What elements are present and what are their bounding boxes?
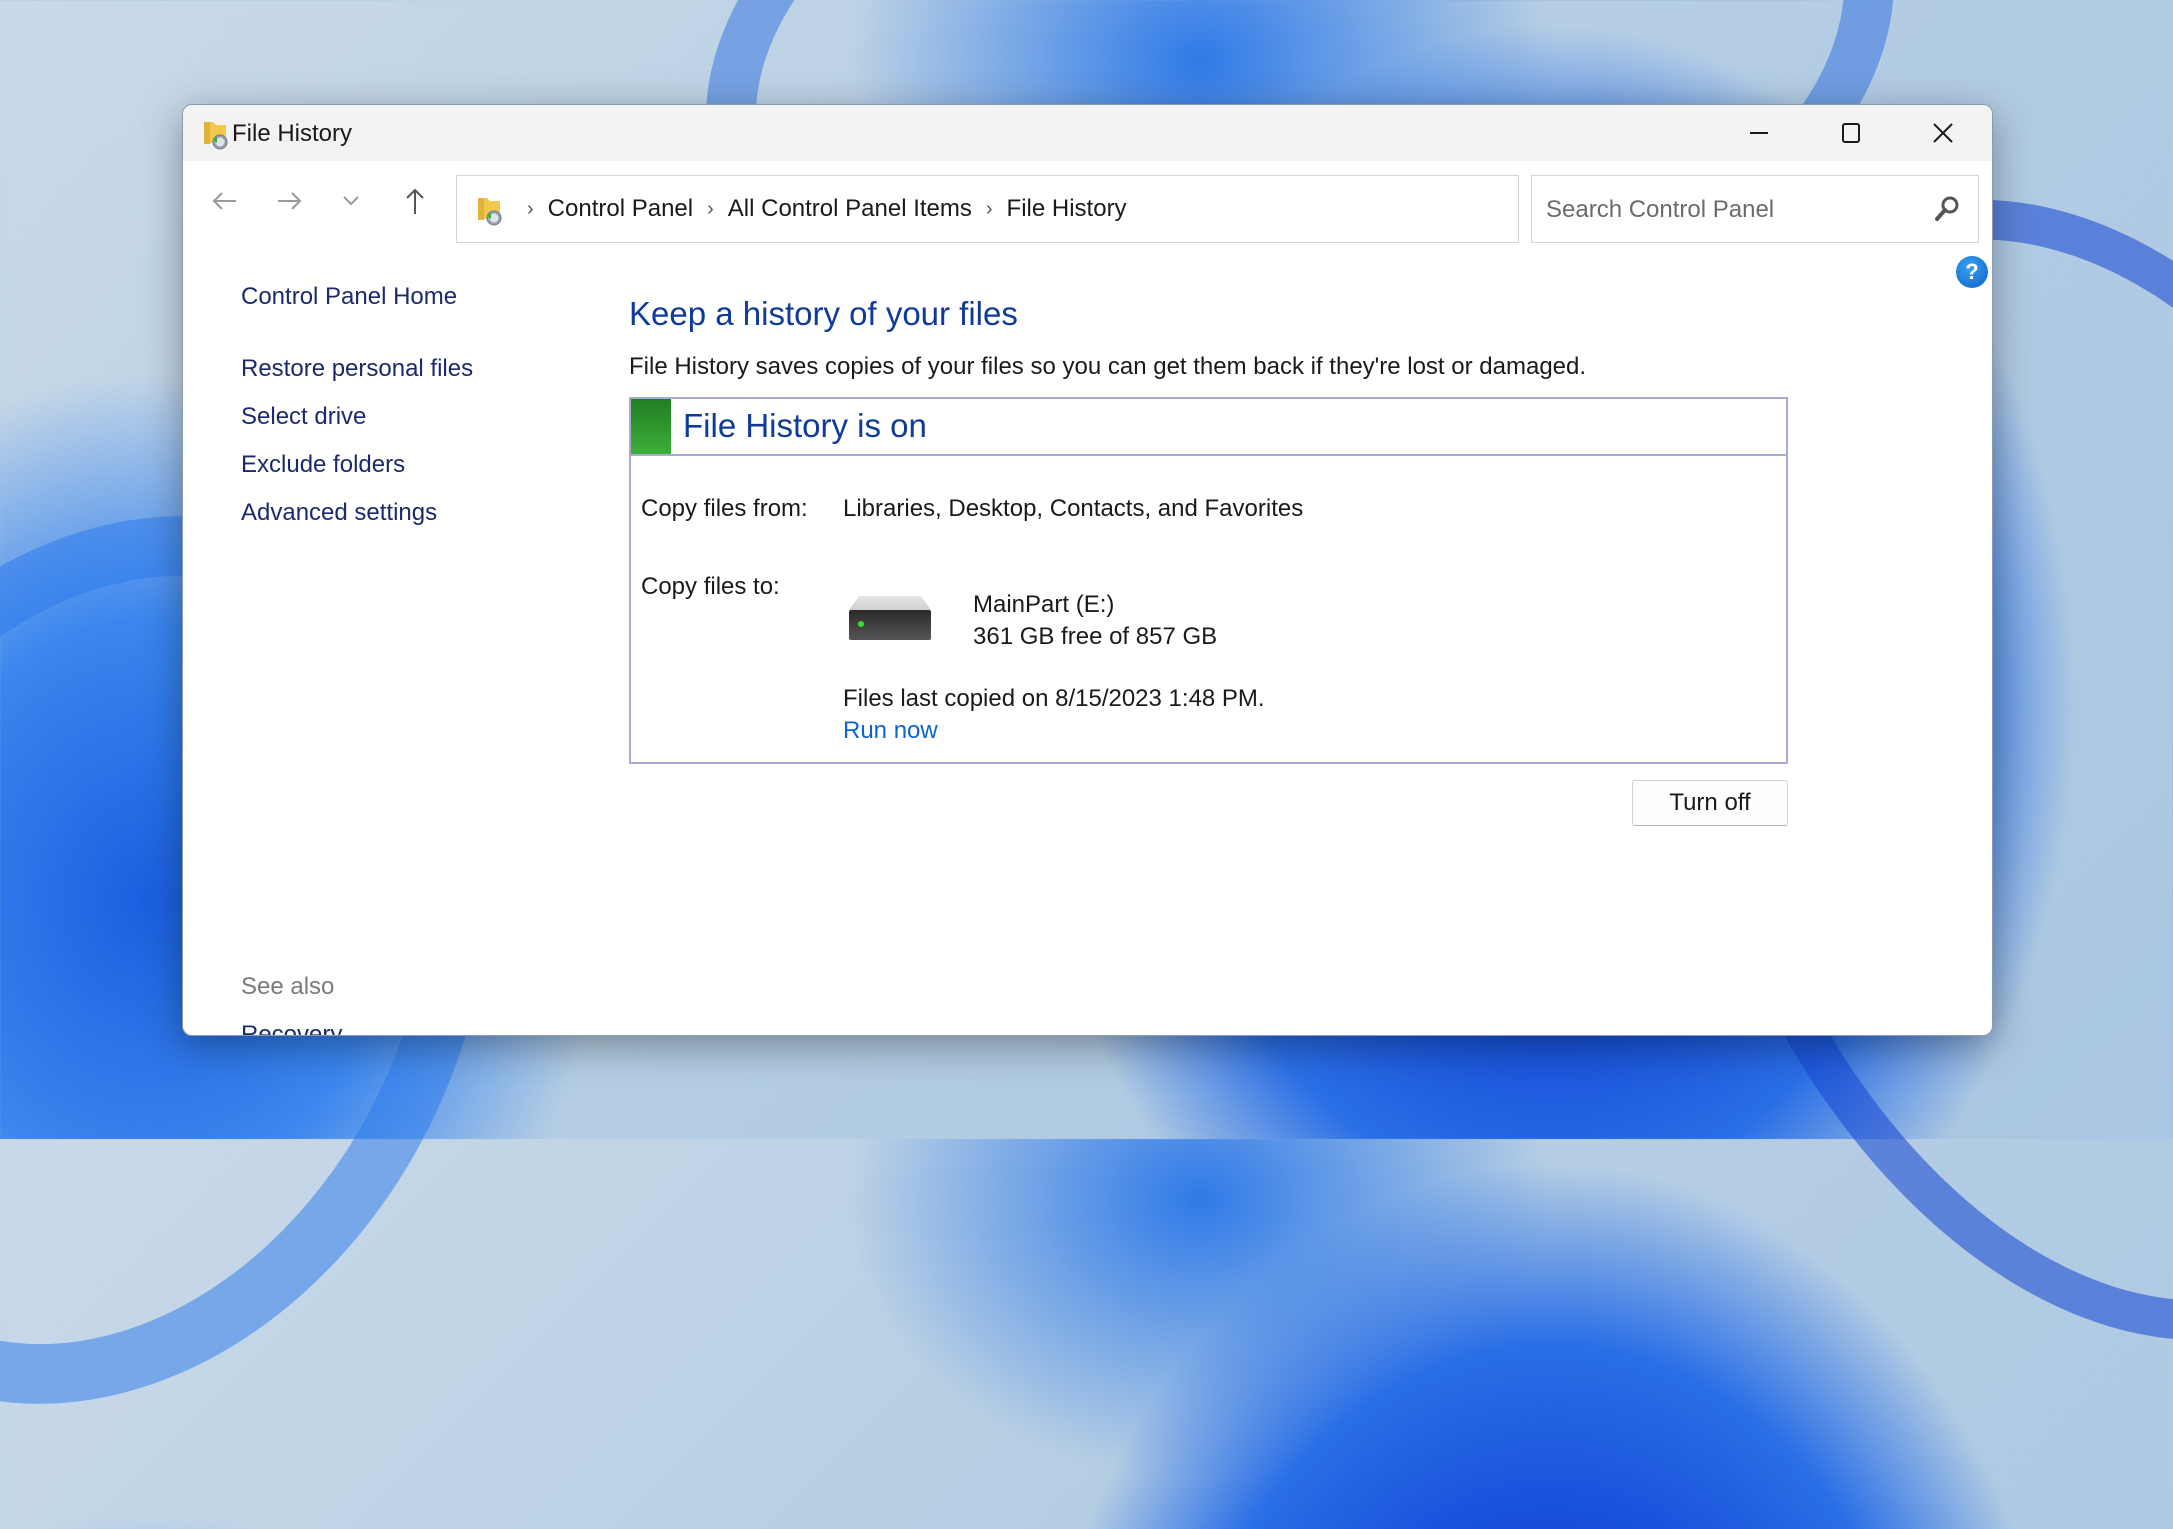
last-copied-text: Files last copied on 8/15/2023 1:48 PM. [843,685,1265,712]
arrow-right-icon [278,192,302,210]
breadcrumb-all-control-panel-items[interactable]: All Control Panel Items [728,195,972,223]
page-heading: Keep a history of your files [629,295,1018,332]
search-icon [1935,196,1959,221]
title-bar[interactable]: File History [183,105,1992,161]
arrow-up-icon [406,188,424,214]
file-history-app-icon [204,122,228,150]
search-input[interactable] [1544,176,1928,244]
maximize-button[interactable] [1805,105,1897,161]
drive-free-space: 361 GB free of 857 GB [973,623,1218,650]
sidebar-link-exclude-folders[interactable]: Exclude folders [241,451,405,479]
status-title: File History is on [683,407,927,444]
chevron-down-icon [343,196,359,206]
back-button[interactable] [205,181,245,221]
arrow-left-icon [212,192,236,210]
status-panel: File History is on Copy files from: Libr… [629,397,1788,764]
breadcrumb-separator-icon[interactable]: › [707,198,714,221]
copy-from-label: Copy files from: [641,495,808,522]
see-also-label: See also [241,973,335,1000]
window-title: File History [232,120,353,147]
page-description: File History saves copies of your files … [629,353,1587,380]
breadcrumb-file-history[interactable]: File History [1007,195,1127,223]
breadcrumb-separator-icon[interactable]: › [527,198,534,221]
copy-to-label: Copy files to: [641,573,780,600]
see-also-link-recovery[interactable]: Recovery [241,1021,342,1035]
file-history-location-icon [478,198,502,226]
minimize-button[interactable] [1713,105,1805,161]
up-button[interactable] [395,181,435,221]
sidebar-link-restore-personal-files[interactable]: Restore personal files [241,355,473,383]
drive-name: MainPart (E:) [973,591,1115,618]
run-now-link[interactable]: Run now [843,717,938,745]
sidebar-link-select-drive[interactable]: Select drive [241,403,366,431]
sidebar-link-advanced-settings[interactable]: Advanced settings [241,499,437,527]
forward-button[interactable] [269,181,309,221]
breadcrumb-separator-icon[interactable]: › [986,198,993,221]
drive-icon [849,596,931,640]
minimize-icon [1750,132,1768,134]
navigation-bar: › Control Panel › All Control Panel Item… [183,161,1992,251]
copy-from-value: Libraries, Desktop, Contacts, and Favori… [843,495,1304,522]
maximize-icon [1842,123,1860,143]
search-box[interactable] [1531,175,1979,244]
close-button[interactable] [1897,105,1989,161]
status-indicator [631,399,671,454]
file-history-window: File History › Control Panel › All Contr… [182,104,1993,1036]
turn-off-button[interactable]: Turn off [1632,780,1788,826]
breadcrumb: › Control Panel › All Control Panel Item… [513,176,1127,242]
close-icon [1933,123,1953,143]
help-button[interactable]: ? [1956,256,1988,288]
status-header: File History is on [631,399,1786,456]
recent-locations-button[interactable] [331,181,371,221]
breadcrumb-control-panel[interactable]: Control Panel [548,195,693,223]
sidebar-link-control-panel-home[interactable]: Control Panel Home [241,283,457,311]
address-bar[interactable]: › Control Panel › All Control Panel Item… [456,175,1768,243]
